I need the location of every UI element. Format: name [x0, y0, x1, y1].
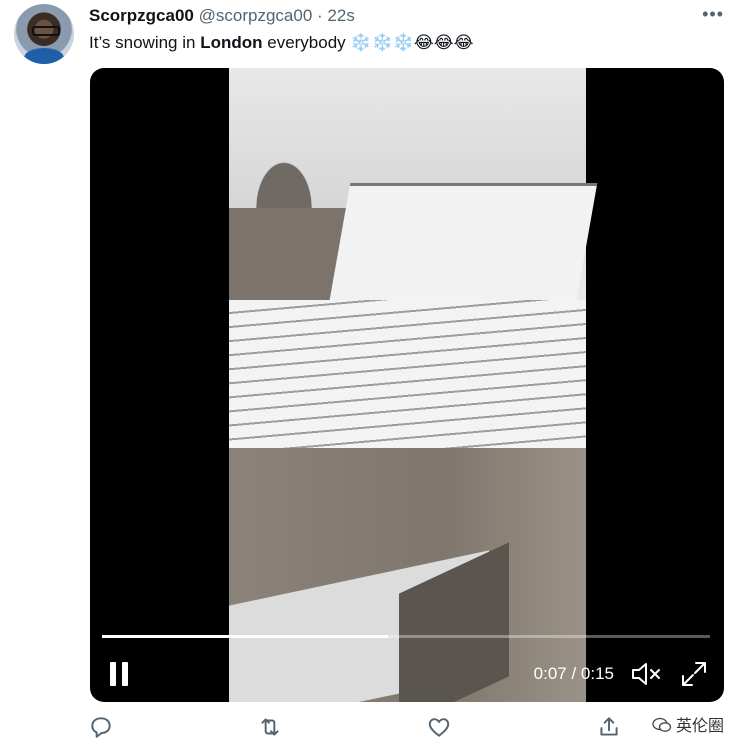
tweet-actions — [0, 710, 746, 750]
tweet-text-part2: everybody — [262, 33, 351, 52]
laughing-emoji: 😂 — [433, 33, 454, 52]
wechat-icon — [651, 717, 671, 732]
display-name[interactable]: Scorpzgca00 — [89, 6, 194, 25]
tweet-text-part1: It’s snowing in — [89, 33, 201, 52]
avatar[interactable] — [14, 4, 74, 64]
timestamp[interactable]: 22s — [327, 6, 354, 25]
watermark: 英伦圈 — [651, 712, 724, 736]
muted-speaker-icon[interactable] — [630, 660, 662, 688]
like-icon[interactable] — [426, 714, 452, 740]
reply-icon[interactable] — [88, 714, 114, 740]
video-frame[interactable] — [229, 68, 598, 702]
laughing-emoji: 😂 — [413, 33, 434, 52]
retweet-icon[interactable] — [257, 714, 283, 740]
tweet-header: Scorpzgca00 @scorpzgca00 · 22s — [89, 5, 355, 27]
avatar-shirt — [24, 48, 64, 64]
more-options-icon[interactable]: ••• — [702, 4, 724, 25]
snowflake-emoji: ❄️ — [371, 33, 393, 52]
share-icon[interactable] — [596, 714, 622, 740]
video-time: 0:07 / 0:15 — [534, 664, 614, 684]
total-duration: 0:15 — [580, 664, 614, 683]
elapsed-time: 0:07 — [533, 664, 567, 683]
separator-dot: · — [317, 6, 323, 25]
snowflake-emoji: ❄️ — [392, 33, 414, 52]
video-progress-bar[interactable] — [102, 635, 710, 638]
tweet-text: It’s snowing in London everybody ❄️❄️❄️😂… — [89, 32, 474, 54]
video-progress-fill — [102, 635, 388, 638]
snowflake-emoji: ❄️ — [350, 33, 372, 52]
pause-icon[interactable] — [110, 662, 130, 686]
avatar-glasses — [32, 26, 60, 36]
video-player[interactable]: 0:07 / 0:15 — [90, 68, 724, 702]
watermark-text: 英伦圈 — [675, 718, 724, 735]
snow-roof-far — [327, 183, 598, 311]
tweet-text-bold: London — [200, 33, 263, 52]
time-separator: / — [566, 664, 581, 683]
laughing-emoji: 😂 — [453, 33, 474, 52]
fullscreen-icon[interactable] — [680, 660, 708, 688]
user-handle[interactable]: @scorpzgca00 — [199, 6, 313, 25]
